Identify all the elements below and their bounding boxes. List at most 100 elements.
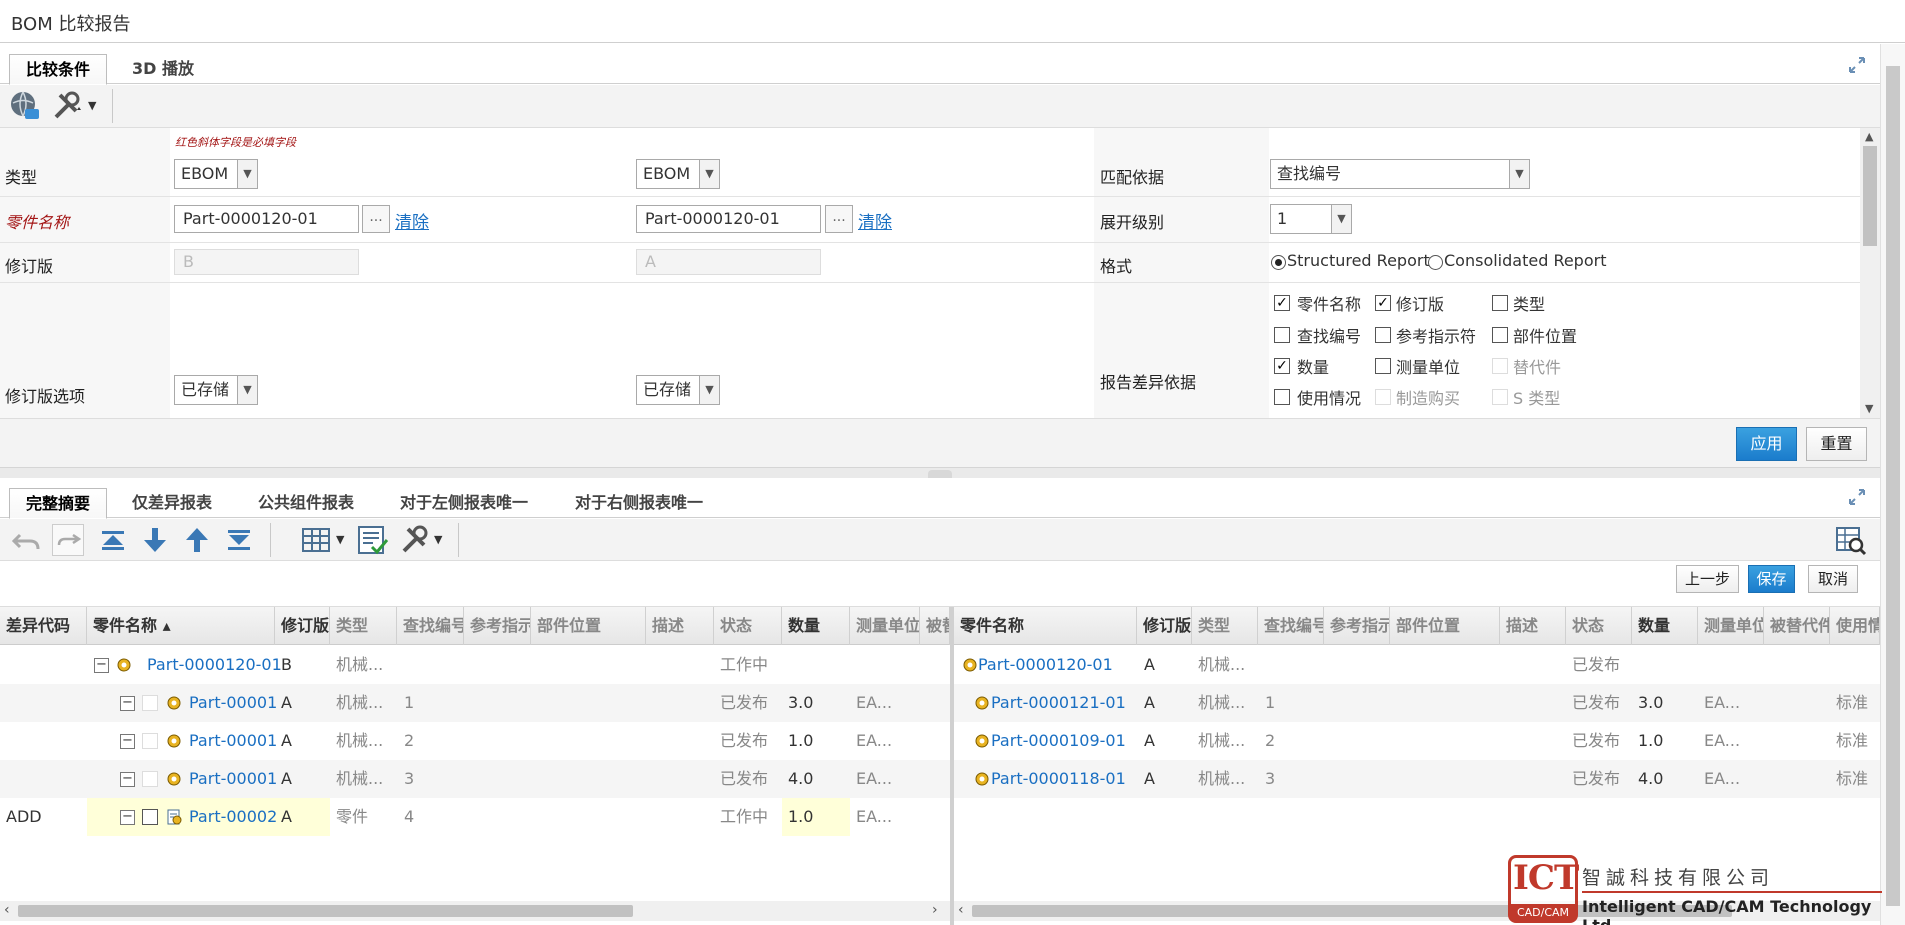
col-quantity[interactable]: 数量	[782, 607, 850, 645]
type-right-select[interactable]: EBOM ▼	[636, 159, 720, 189]
format-structured-radio[interactable]	[1271, 255, 1286, 270]
table-row[interactable]: Part-0000120-01 A 机械... 已发布	[954, 646, 1880, 684]
scroll-down-icon[interactable]: ▼	[1865, 402, 1873, 415]
scroll-left-icon[interactable]: ‹	[4, 902, 10, 918]
chevron-down-icon[interactable]: ▼	[434, 533, 442, 546]
format-consolidated-radio[interactable]	[1428, 255, 1443, 270]
cancel-button[interactable]: 取消	[1808, 565, 1858, 593]
tab-unique-right[interactable]: 对于右侧报表唯一	[559, 488, 719, 519]
table-view-icon[interactable]	[300, 523, 334, 557]
col-type[interactable]: 类型	[1192, 607, 1258, 645]
scroll-right-icon[interactable]: ›	[932, 902, 938, 918]
table-row[interactable]: Part-0000109-01 A 机械... 2 已发布 1.0 EA... …	[954, 722, 1880, 760]
part-name-left-browse-button[interactable]: ...	[362, 205, 390, 233]
table-row[interactable]: ADD − Part-00002 A 零件 4 工作中 1.0 EA...	[0, 798, 950, 836]
part-name-link[interactable]: Part-00001	[189, 760, 277, 798]
previous-step-button[interactable]: 上一步	[1676, 565, 1739, 593]
part-name-link[interactable]: Part-0000121-01	[991, 684, 1126, 722]
col-substitute[interactable]: 被替代件	[1764, 607, 1830, 645]
find-in-table-icon[interactable]	[1834, 523, 1868, 557]
diff-unit-checkbox[interactable]	[1375, 358, 1391, 374]
collapse-icon[interactable]: −	[120, 772, 135, 787]
collapse-icon[interactable]: −	[120, 810, 135, 825]
revision-option-right-select[interactable]: 已存储 ▼	[636, 375, 720, 405]
col-state[interactable]: 状态	[714, 607, 782, 645]
diff-ref-designator-checkbox[interactable]	[1375, 327, 1391, 343]
redo-button[interactable]	[52, 524, 84, 556]
maximize-icon[interactable]	[1848, 56, 1866, 74]
col-unit[interactable]: 测量单位	[850, 607, 920, 645]
tab-common-components[interactable]: 公共组件报表	[242, 488, 370, 519]
col-revision[interactable]: 修订版	[275, 607, 330, 645]
move-up-icon[interactable]	[180, 523, 214, 557]
diff-type-checkbox[interactable]	[1492, 295, 1508, 311]
tab-unique-left[interactable]: 对于左侧报表唯一	[384, 488, 544, 519]
collapse-icon[interactable]: −	[120, 734, 135, 749]
col-description[interactable]: 描述	[646, 607, 714, 645]
part-name-link[interactable]: Part-0000118-01	[991, 760, 1126, 798]
col-component-location[interactable]: 部件位置	[531, 607, 646, 645]
part-name-link[interactable]: Part-0000120-01	[147, 646, 282, 684]
diff-quantity-checkbox[interactable]: ✓	[1274, 358, 1290, 374]
panel-splitter[interactable]	[0, 468, 1880, 478]
col-find-number[interactable]: 查找编号	[397, 607, 464, 645]
collapse-icon[interactable]: −	[94, 658, 109, 673]
diff-part-name-checkbox[interactable]: ✓	[1274, 295, 1290, 311]
col-diff-code[interactable]: 差异代码	[0, 607, 87, 645]
col-find-number[interactable]: 查找编号	[1258, 607, 1324, 645]
page-scrollbar[interactable]	[1880, 44, 1905, 925]
diff-usage-checkbox[interactable]	[1274, 389, 1290, 405]
row-checkbox[interactable]	[142, 809, 158, 825]
part-name-link[interactable]: Part-0000120-01	[978, 646, 1113, 684]
move-top-icon[interactable]	[96, 523, 130, 557]
match-by-select[interactable]: 查找编号 ▼	[1270, 159, 1530, 189]
tab-diff-only[interactable]: 仅差异报表	[116, 488, 228, 519]
diff-revision-checkbox[interactable]: ✓	[1375, 295, 1391, 311]
scroll-up-icon[interactable]: ▲	[1865, 130, 1873, 143]
form-scrollbar[interactable]: ▲ ▼	[1860, 128, 1880, 418]
col-part-name[interactable]: 零件名称 ▴	[87, 607, 275, 645]
maximize-icon[interactable]	[1848, 488, 1866, 506]
tab-full-summary[interactable]: 完整摘要	[9, 488, 108, 519]
part-name-right-browse-button[interactable]: ...	[825, 205, 853, 233]
col-description[interactable]: 描述	[1500, 607, 1566, 645]
col-ref-designator[interactable]: 参考指示符	[464, 607, 531, 645]
chevron-down-icon[interactable]: ▼	[88, 99, 96, 112]
col-quantity[interactable]: 数量	[1632, 607, 1698, 645]
table-row[interactable]: − Part-0000120-01 B 机械... 工作中	[0, 646, 950, 684]
col-usage[interactable]: 使用情况	[1830, 607, 1880, 645]
part-name-right-clear-link[interactable]: 清除	[858, 208, 892, 233]
part-name-link[interactable]: Part-00001	[189, 684, 277, 722]
apply-button[interactable]: 应用	[1736, 427, 1797, 461]
save-button[interactable]: 保存	[1748, 565, 1795, 593]
undo-icon[interactable]	[10, 523, 44, 557]
revision-option-left-select[interactable]: 已存储 ▼	[174, 375, 258, 405]
col-ref-designator[interactable]: 参考指示符	[1324, 607, 1390, 645]
part-name-link[interactable]: Part-0000109-01	[991, 722, 1126, 760]
table-row[interactable]: Part-0000118-01 A 机械... 3 已发布 4.0 EA... …	[954, 760, 1880, 798]
col-state[interactable]: 状态	[1566, 607, 1632, 645]
part-name-left-input[interactable]: Part-0000120-01	[174, 205, 359, 233]
tools-icon[interactable]	[398, 523, 432, 557]
col-part-name[interactable]: 零件名称	[954, 607, 1137, 645]
checklist-icon[interactable]	[356, 523, 390, 557]
scroll-left-icon[interactable]: ‹	[958, 902, 964, 918]
table-row[interactable]: Part-0000121-01 A 机械... 1 已发布 3.0 EA... …	[954, 684, 1880, 722]
tab-compare-criteria[interactable]: 比较条件	[9, 54, 108, 85]
col-revision[interactable]: 修订版	[1137, 607, 1192, 645]
page-scroll-thumb[interactable]	[1886, 66, 1900, 906]
collapse-icon[interactable]: −	[120, 696, 135, 711]
col-substitute[interactable]: 被替	[920, 607, 950, 645]
diff-find-number-checkbox[interactable]	[1274, 327, 1290, 343]
diff-component-location-checkbox[interactable]	[1492, 327, 1508, 343]
part-name-link[interactable]: Part-00002	[189, 798, 277, 836]
tab-3d-playback[interactable]: 3D 播放	[116, 54, 210, 85]
type-left-select[interactable]: EBOM ▼	[174, 159, 258, 189]
left-grid-scroll-thumb[interactable]	[18, 905, 633, 917]
tools-icon[interactable]	[50, 89, 84, 123]
move-bottom-icon[interactable]	[222, 523, 256, 557]
table-row[interactable]: − Part-00001 A 机械... 2 已发布 1.0 EA...	[0, 722, 950, 760]
table-row[interactable]: − Part-00001 A 机械... 1 已发布 3.0 EA...	[0, 684, 950, 722]
compare-globe-icon[interactable]	[8, 89, 42, 123]
left-grid-hscrollbar[interactable]: ‹ ›	[0, 901, 950, 921]
